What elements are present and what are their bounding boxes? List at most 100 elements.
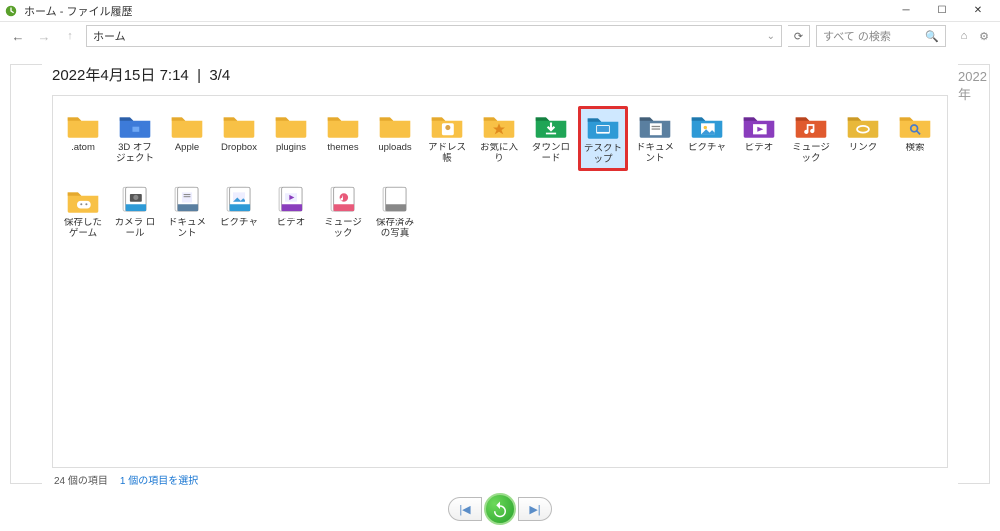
folder-icon (170, 110, 204, 140)
file-item-label: ピクチャ (688, 143, 726, 154)
next-snapshot-hint: 2022年 (958, 69, 989, 103)
folder-video-lib-icon (742, 110, 776, 140)
file-item[interactable]: ビデオ (266, 181, 316, 244)
file-item[interactable]: ピクチャ (214, 181, 264, 244)
folder-contacts-icon (430, 110, 464, 140)
snapshot-page: 3/4 (209, 67, 230, 84)
status-count: 24 個の項目 (54, 472, 108, 487)
file-item-label: ミュージック (322, 218, 364, 240)
folder-icon (274, 110, 308, 140)
address-dropdown-icon[interactable]: ⌄ (767, 31, 775, 42)
file-item[interactable]: アドレス帳 (422, 106, 472, 171)
lib-music-icon (326, 185, 360, 215)
folder-search-icon (898, 110, 932, 140)
file-item-label: 検索 (905, 143, 924, 154)
file-item[interactable]: plugins (266, 106, 316, 171)
close-button[interactable]: ✕ (960, 1, 996, 21)
file-item-label: ビデオ (745, 143, 774, 154)
file-item-label: ダウンロード (530, 143, 572, 165)
lib-camera-icon (118, 185, 152, 215)
file-item[interactable]: themes (318, 106, 368, 171)
file-item-label: ミュージック (790, 143, 832, 165)
folder-docs-lib-icon (638, 110, 672, 140)
file-item[interactable]: リンク (838, 106, 888, 171)
file-item-label: カメラ ロール (114, 218, 156, 240)
file-item[interactable]: デスクトップ (578, 106, 628, 171)
folder-link-icon (846, 110, 880, 140)
window-title: ホーム - ファイル履歴 (24, 3, 888, 19)
next-version-button[interactable]: ▶| (518, 497, 552, 521)
lib-saved-icon (378, 185, 412, 215)
up-button[interactable]: ↑ (60, 26, 80, 46)
file-item-label: 3D オブジェクト (114, 143, 156, 165)
folder-desktop-icon (586, 111, 620, 141)
folder-icon (378, 110, 412, 140)
file-item-label: 保存済みの写真 (374, 218, 416, 240)
maximize-button[interactable]: ☐ (924, 1, 960, 21)
file-item[interactable]: ミュージック (318, 181, 368, 244)
file-item[interactable]: Apple (162, 106, 212, 171)
file-item-label: themes (327, 143, 358, 154)
file-item[interactable]: ドキュメント (162, 181, 212, 244)
folder-icon (66, 110, 100, 140)
file-item-label: ドキュメント (634, 143, 676, 165)
folder-download-icon (534, 110, 568, 140)
app-icon (4, 4, 18, 18)
file-item-label: uploads (378, 143, 411, 154)
file-item-label: .atom (71, 143, 95, 154)
search-placeholder: すべて の検索 (823, 28, 891, 44)
file-item[interactable]: 保存したゲーム (58, 181, 108, 244)
status-bar: 24 個の項目 1 個の項目を選択 (52, 468, 948, 491)
folder-3d-icon (118, 110, 152, 140)
file-item[interactable]: Dropbox (214, 106, 264, 171)
file-item-label: ピクチャ (220, 218, 258, 229)
file-item[interactable]: ミュージック (786, 106, 836, 171)
file-item[interactable]: .atom (58, 106, 108, 171)
settings-icon[interactable]: ⚙ (976, 28, 992, 44)
file-item[interactable]: uploads (370, 106, 420, 171)
file-item-label: ドキュメント (166, 218, 208, 240)
lib-pics-icon (222, 185, 256, 215)
back-button[interactable]: ← (8, 26, 28, 46)
file-item[interactable]: お気に入り (474, 106, 524, 171)
player-controls: |◀ ▶| (0, 491, 1000, 531)
refresh-button[interactable]: ⟳ (788, 25, 810, 47)
file-item[interactable]: ドキュメント (630, 106, 680, 171)
address-bar[interactable]: ホーム ⌄ (86, 25, 782, 47)
prev-version-button[interactable]: |◀ (448, 497, 482, 521)
file-item[interactable]: 3D オブジェクト (110, 106, 160, 171)
search-icon: 🔍 (925, 30, 939, 43)
next-snapshot-panel[interactable]: 2022年 (958, 64, 990, 484)
file-item[interactable]: ピクチャ (682, 106, 732, 171)
home-icon[interactable]: ⌂ (956, 28, 972, 44)
file-item-label: plugins (276, 143, 306, 154)
file-item-label: デスクトップ (583, 144, 623, 166)
file-item-label: Apple (175, 143, 199, 154)
status-selection: 1 個の項目を選択 (120, 472, 198, 487)
folder-star-icon (482, 110, 516, 140)
folder-pics-lib-icon (690, 110, 724, 140)
title-bar: ホーム - ファイル履歴 ─ ☐ ✕ (0, 0, 1000, 22)
snapshot-timestamp: 2022年4月15日 7:14 (52, 67, 189, 84)
file-item-label: ビデオ (277, 218, 306, 229)
file-item-label: リンク (849, 143, 878, 154)
lib-video-icon (274, 185, 308, 215)
folder-icon (326, 110, 360, 140)
snapshot-header: 2022年4月15日 7:14 | 3/4 (52, 64, 948, 85)
file-item[interactable]: 検索 (890, 106, 940, 171)
search-input[interactable]: すべて の検索 🔍 (816, 25, 946, 47)
nav-bar: ← → ↑ ホーム ⌄ ⟳ すべて の検索 🔍 ⌂ ⚙ (0, 22, 1000, 50)
prev-snapshot-panel[interactable] (10, 64, 42, 484)
file-item[interactable]: ビデオ (734, 106, 784, 171)
file-item[interactable]: ダウンロード (526, 106, 576, 171)
restore-button[interactable] (484, 493, 516, 525)
file-item-label: Dropbox (221, 143, 257, 154)
address-text: ホーム (93, 28, 126, 44)
forward-button[interactable]: → (34, 26, 54, 46)
file-item-label: 保存したゲーム (62, 218, 104, 240)
folder-icon (222, 110, 256, 140)
file-item[interactable]: 保存済みの写真 (370, 181, 420, 244)
file-item[interactable]: カメラ ロール (110, 181, 160, 244)
file-grid[interactable]: .atom 3D オブジェクト Apple Dropbox plugins th… (52, 95, 948, 468)
minimize-button[interactable]: ─ (888, 1, 924, 21)
